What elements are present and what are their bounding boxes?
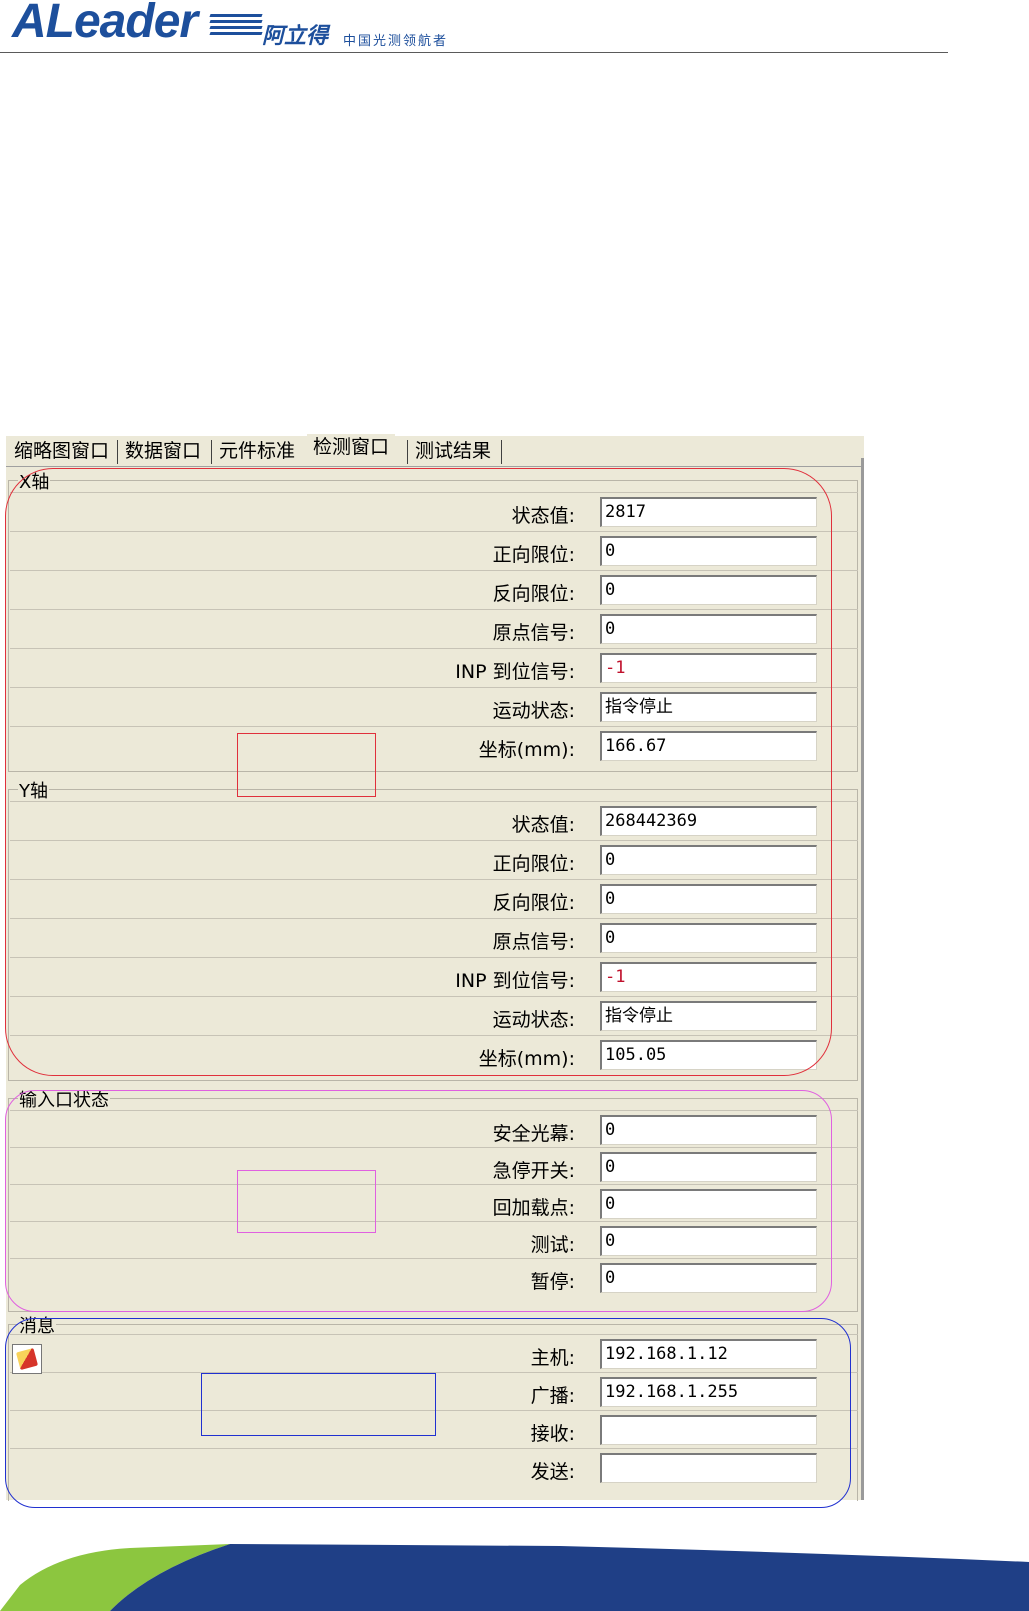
tab-bar: 缩略图窗口 数据窗口 元件标准 检测窗口 测试结果 [6,434,864,467]
host-field[interactable]: 192.168.1.12 [600,1339,817,1369]
send-row: 发送: [10,1448,858,1487]
y-motion-state-row: 运动状态: 指令停止 [10,996,858,1035]
detection-window: 缩略图窗口 数据窗口 元件标准 检测窗口 测试结果 X轴 状态值: 2817 正… [6,434,864,1501]
x-status-label: 状态值: [511,505,575,527]
host-label: 主机: [530,1347,575,1369]
x-origin-signal-label: 原点信号: [492,622,575,644]
y-inp-signal-row: INP 到位信号: -1 [10,957,858,996]
y-axis-title: Y轴 [18,777,49,803]
x-axis-title: X轴 [18,468,51,494]
y-origin-signal-field[interactable]: 0 [600,923,817,953]
window-right-border [861,458,864,1500]
footer-navy-swoosh [110,1544,1029,1611]
header-logo: ALeader 阿立得 中国光测领航者 [0,0,950,52]
x-motion-state-field[interactable]: 指令停止 [600,692,817,722]
test-row: 测试: 0 [10,1221,858,1260]
input-status-title: 输入口状态 [18,1086,110,1112]
return-load-point-field[interactable]: 0 [600,1189,817,1219]
receive-label: 接收: [530,1423,575,1445]
safety-curtain-label: 安全光幕: [492,1123,575,1145]
tab-detection-window[interactable]: 检测窗口 [307,434,396,466]
pause-label: 暂停: [530,1271,575,1293]
y-coordinate-label: 坐标(mm): [478,1048,575,1070]
tab-separator [211,440,212,464]
x-positive-limit-label: 正向限位: [492,544,575,566]
y-positive-limit-label: 正向限位: [492,853,575,875]
y-inp-signal-field[interactable]: -1 [600,962,817,992]
x-inp-signal-field[interactable]: -1 [600,653,817,683]
x-coordinate-row: 坐标(mm): 166.67 [10,726,858,765]
x-status-field[interactable]: 2817 [600,497,817,527]
y-negative-limit-row: 反向限位: 0 [10,879,858,918]
y-origin-signal-label: 原点信号: [492,931,575,953]
x-coordinate-label: 坐标(mm): [478,739,575,761]
header-divider [0,52,948,53]
x-origin-signal-row: 原点信号: 0 [10,609,858,648]
tab-separator [117,440,118,464]
y-motion-state-label: 运动状态: [492,1009,575,1031]
emergency-stop-row: 急停开关: 0 [10,1147,858,1186]
receive-row: 接收: [10,1410,858,1449]
x-negative-limit-field[interactable]: 0 [600,575,817,605]
receive-field[interactable] [600,1415,817,1445]
y-status-field[interactable]: 268442369 [600,806,817,836]
x-status-row: 状态值: 2817 [10,492,858,531]
brand-slogan: 中国光测领航者 [343,34,449,49]
test-field[interactable]: 0 [600,1226,817,1256]
x-origin-signal-field[interactable]: 0 [600,614,817,644]
y-negative-limit-label: 反向限位: [492,892,575,914]
pause-field[interactable]: 0 [600,1263,817,1293]
x-motion-state-label: 运动状态: [492,700,575,722]
broadcast-row: 广播: 192.168.1.255 [10,1372,858,1411]
broadcast-label: 广播: [530,1385,575,1407]
test-label: 测试: [530,1234,575,1256]
x-negative-limit-label: 反向限位: [492,583,575,605]
send-field[interactable] [600,1453,817,1483]
tab-thumbnail-window[interactable]: 缩略图窗口 [8,438,115,465]
broadcast-field[interactable]: 192.168.1.255 [600,1377,817,1407]
x-positive-limit-field[interactable]: 0 [600,536,817,566]
send-label: 发送: [530,1461,575,1483]
y-coordinate-field[interactable]: 105.05 [600,1040,817,1070]
tab-separator [501,440,502,464]
y-coordinate-row: 坐标(mm): 105.05 [10,1035,858,1074]
brand-chinese: 阿立得 [262,24,329,49]
x-coordinate-field[interactable]: 166.67 [600,731,817,761]
tab-data-window[interactable]: 数据窗口 [119,438,207,465]
safety-curtain-row: 安全光幕: 0 [10,1110,858,1149]
x-negative-limit-row: 反向限位: 0 [10,570,858,609]
emergency-stop-label: 急停开关: [492,1160,575,1182]
host-row: 主机: 192.168.1.12 [10,1334,858,1373]
y-status-row: 状态值: 268442369 [10,801,858,840]
y-positive-limit-row: 正向限位: 0 [10,840,858,879]
y-positive-limit-field[interactable]: 0 [600,845,817,875]
y-status-label: 状态值: [511,814,575,836]
emergency-stop-field[interactable]: 0 [600,1152,817,1182]
y-origin-signal-row: 原点信号: 0 [10,918,858,957]
x-motion-state-row: 运动状态: 指令停止 [10,687,858,726]
footer-swoosh [0,1544,1029,1611]
return-load-point-row: 回加载点: 0 [10,1184,858,1223]
y-negative-limit-field[interactable]: 0 [600,884,817,914]
brand-latin: ALeader [12,0,198,48]
tab-separator [407,440,408,464]
tab-test-results[interactable]: 测试结果 [409,438,497,465]
logo-stripes-icon [209,14,263,40]
return-load-point-label: 回加载点: [492,1197,575,1219]
x-inp-signal-row: INP 到位信号: -1 [10,648,858,687]
safety-curtain-field[interactable]: 0 [600,1115,817,1145]
edit-message-icon[interactable] [12,1344,42,1374]
y-motion-state-field[interactable]: 指令停止 [600,1001,817,1031]
y-inp-signal-label: INP 到位信号: [455,970,575,992]
pause-row: 暂停: 0 [10,1258,858,1297]
x-inp-signal-label: INP 到位信号: [455,661,575,683]
tab-component-standard[interactable]: 元件标准 [213,438,301,465]
x-positive-limit-row: 正向限位: 0 [10,531,858,570]
